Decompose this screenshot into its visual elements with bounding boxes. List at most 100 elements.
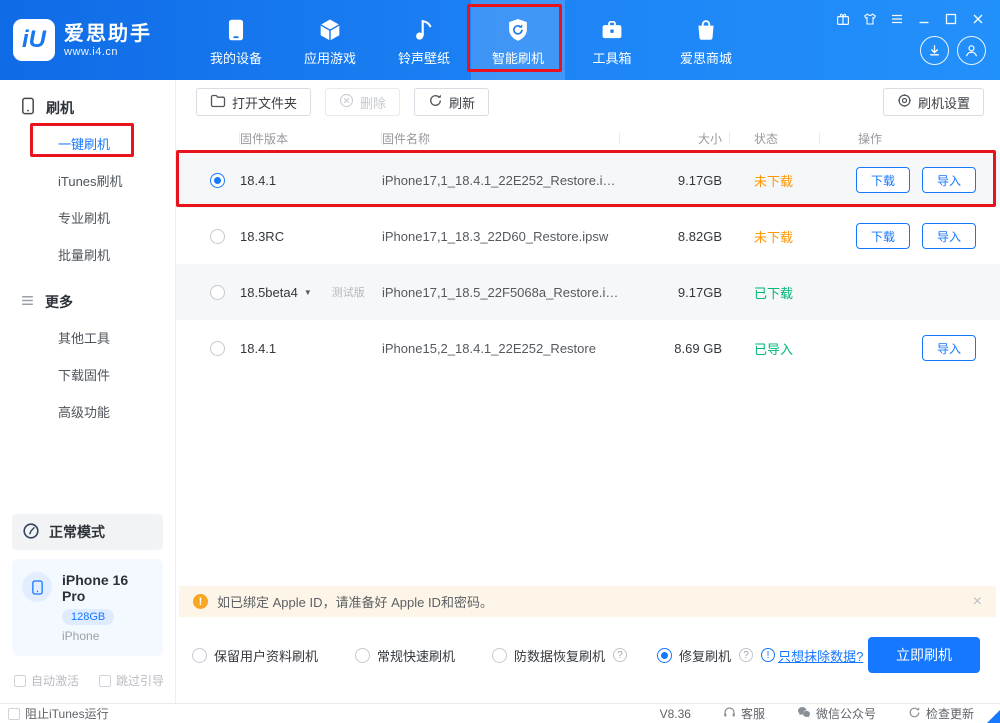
skin-icon[interactable] — [862, 11, 878, 27]
gift-icon[interactable] — [835, 11, 851, 27]
sidebar-section-flash: 刷机 — [0, 90, 175, 125]
app-logo[interactable]: iU 爱思助手 www.i4.cn — [0, 0, 176, 80]
nav-item-apps-games[interactable]: 应用游戏 — [283, 0, 377, 80]
sidebar-item-batch-flash[interactable]: 批量刷机 — [0, 236, 175, 273]
toolbox-icon — [599, 13, 625, 43]
help-icon[interactable]: ? — [613, 648, 628, 662]
logo-icon: iU — [13, 19, 55, 61]
sidebar-item-itunes-flash[interactable]: iTunes刷机 — [0, 162, 175, 199]
header-action: 操作 — [858, 131, 883, 146]
phone-icon — [20, 97, 36, 118]
wechat-link[interactable]: 微信公众号 — [797, 705, 876, 722]
list-icon — [20, 293, 35, 311]
resize-corner[interactable] — [987, 710, 1000, 723]
firmware-size: 8.69 GB — [674, 340, 722, 356]
check-update-link[interactable]: 检查更新 — [908, 705, 974, 722]
chevron-down-icon[interactable]: ▼ — [304, 288, 312, 297]
flash-now-button[interactable]: 立即刷机 — [868, 637, 980, 673]
flash-options-bar: 保留用户资料刷机 常规快速刷机 防数据恢复刷机 ? 修复刷机 ? ! 只想抹除数… — [176, 617, 1000, 703]
option-radio[interactable] — [192, 647, 207, 663]
app-header: iU 爱思助手 www.i4.cn 我的设备 应用游戏 铃声壁纸 智能刷机 工具… — [0, 0, 1000, 80]
capacity-badge: 128GB — [62, 609, 115, 625]
sidebar-item-pro-flash[interactable]: 专业刷机 — [0, 199, 175, 236]
firmware-size: 9.17GB — [677, 172, 722, 188]
sidebar-checkboxes: 自动激活 跳过引导 — [0, 656, 175, 703]
app-window: iU 爱思助手 www.i4.cn 我的设备 应用游戏 铃声壁纸 智能刷机 工具… — [0, 0, 1000, 723]
firmware-row-3[interactable]: 18.5beta4 ▼ 测试版 iPhone17,1_18.5_22F5068a… — [176, 264, 1000, 320]
firmware-row-1[interactable]: 18.4.1 iPhone17,1_18.4.1_22E252_Restore.… — [176, 152, 1000, 208]
nav-item-ringtones[interactable]: 铃声壁纸 — [377, 0, 471, 80]
sidebar-item-download-firmware[interactable]: 下载固件 — [0, 356, 175, 393]
headset-icon — [723, 706, 736, 722]
import-button[interactable]: 导入 — [922, 223, 976, 249]
help-icon[interactable]: ? — [739, 648, 754, 662]
open-folder-button[interactable]: 打开文件夹 — [196, 88, 312, 116]
option-label: 保留用户资料刷机 — [214, 648, 319, 664]
customer-service-link[interactable]: 客服 — [723, 705, 765, 722]
sidebar: 刷机 一键刷机 iTunes刷机 专业刷机 批量刷机 更多 其他工具 下载固件 … — [0, 80, 176, 703]
delete-label: 删除 — [360, 95, 387, 111]
menu-icon[interactable] — [889, 11, 905, 27]
firmware-name: iPhone17,1_18.5_22F5068a_Restore.ipsw — [382, 284, 620, 300]
nav-item-smart-flash[interactable]: 智能刷机 — [471, 0, 565, 80]
flash-settings-button[interactable]: 刷机设置 — [882, 88, 984, 116]
firmware-version: 18.4.1 — [240, 340, 277, 356]
sidebar-item-other-tools[interactable]: 其他工具 — [0, 319, 175, 356]
update-icon — [908, 706, 921, 722]
smart-flash-icon — [505, 13, 531, 43]
row-radio[interactable] — [209, 284, 225, 300]
option-radio[interactable] — [355, 647, 371, 663]
download-manager-button[interactable] — [920, 36, 949, 65]
firmware-row-2[interactable]: 18.3RC iPhone17,1_18.3_22D60_Restore.ips… — [176, 208, 1000, 264]
sidebar-item-one-click-flash[interactable]: 一键刷机 — [0, 125, 175, 162]
firmware-size: 9.17GB — [677, 284, 722, 300]
sidebar-section-more: 更多 — [0, 285, 175, 319]
erase-data-link[interactable]: 只想抹除数据? — [778, 646, 863, 665]
minimize-icon[interactable] — [916, 11, 932, 27]
sidebar-item-advanced[interactable]: 高级功能 — [0, 393, 175, 430]
option-label: 修复刷机 — [679, 648, 732, 664]
option-repair-flash[interactable]: 修复刷机 — [657, 646, 731, 665]
auto-activate-checkbox[interactable]: 自动激活 — [14, 672, 79, 689]
option-keep-data[interactable]: 保留用户资料刷机 — [192, 646, 318, 665]
option-radio[interactable] — [657, 647, 673, 663]
nav-item-toolbox[interactable]: 工具箱 — [565, 0, 659, 80]
refresh-button[interactable]: 刷新 — [414, 88, 490, 116]
import-button[interactable]: 导入 — [922, 335, 976, 361]
delete-icon — [339, 93, 354, 111]
flash-settings-label: 刷机设置 — [917, 95, 970, 111]
wechat-label: 微信公众号 — [815, 707, 876, 721]
row-radio[interactable] — [209, 340, 225, 356]
mode-label: 正常模式 — [49, 524, 105, 540]
maximize-icon[interactable] — [943, 11, 959, 27]
import-button[interactable]: 导入 — [922, 167, 976, 193]
option-radio[interactable] — [492, 647, 508, 663]
check-update-label: 检查更新 — [925, 707, 974, 721]
notice-close-icon[interactable]: × — [973, 593, 982, 610]
version-text: V8.36 — [659, 706, 691, 721]
option-label: 防数据恢复刷机 — [514, 648, 606, 664]
table-header: 固件版本 固件名称 大小 状态 操作 — [176, 124, 1000, 152]
section-title: 刷机 — [46, 99, 74, 116]
download-button[interactable]: 下载 — [856, 223, 910, 249]
firmware-name: iPhone17,1_18.4.1_22E252_Restore.ipsw — [382, 172, 620, 188]
firmware-row-4[interactable]: 18.4.1 iPhone15,2_18.4.1_22E252_Restore … — [176, 320, 1000, 376]
nav-label: 工具箱 — [592, 51, 632, 66]
user-account-button[interactable] — [957, 36, 986, 65]
option-anti-recovery[interactable]: 防数据恢复刷机 — [492, 646, 605, 665]
row-radio[interactable] — [209, 228, 225, 244]
skip-setup-checkbox[interactable]: 跳过引导 — [99, 672, 164, 689]
device-phone-icon — [22, 572, 52, 602]
device-card[interactable]: iPhone 16 Pro 128GB iPhone — [12, 559, 163, 656]
delete-button[interactable]: 删除 — [325, 88, 401, 116]
open-folder-label: 打开文件夹 — [232, 95, 298, 111]
close-icon[interactable] — [970, 11, 986, 27]
nav-item-mall[interactable]: 爱思商城 — [659, 0, 753, 80]
device-mode-button[interactable]: 正常模式 — [12, 514, 163, 550]
block-itunes-checkbox[interactable]: 阻止iTunes运行 — [8, 705, 109, 722]
nav-item-my-devices[interactable]: 我的设备 — [189, 0, 283, 80]
download-button[interactable]: 下载 — [856, 167, 910, 193]
option-normal-flash[interactable]: 常规快速刷机 — [355, 646, 455, 665]
app-body: 刷机 一键刷机 iTunes刷机 专业刷机 批量刷机 更多 其他工具 下载固件 … — [0, 80, 1000, 703]
row-radio[interactable] — [209, 172, 225, 188]
